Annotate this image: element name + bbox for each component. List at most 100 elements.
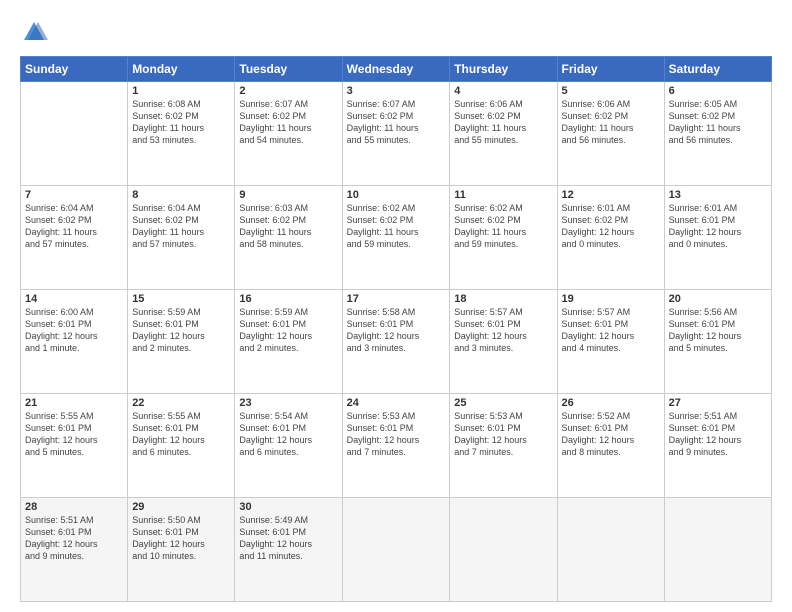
day-number: 22 bbox=[132, 397, 230, 409]
calendar-cell: 8Sunrise: 6:04 AM Sunset: 6:02 PM Daylig… bbox=[128, 186, 235, 290]
day-number: 10 bbox=[347, 189, 446, 201]
day-info: Sunrise: 5:55 AM Sunset: 6:01 PM Dayligh… bbox=[25, 410, 123, 459]
page: SundayMondayTuesdayWednesdayThursdayFrid… bbox=[0, 0, 792, 612]
day-number: 30 bbox=[239, 501, 337, 513]
calendar-cell: 1Sunrise: 6:08 AM Sunset: 6:02 PM Daylig… bbox=[128, 82, 235, 186]
day-info: Sunrise: 5:58 AM Sunset: 6:01 PM Dayligh… bbox=[347, 306, 446, 355]
calendar-cell: 7Sunrise: 6:04 AM Sunset: 6:02 PM Daylig… bbox=[21, 186, 128, 290]
calendar-cell: 19Sunrise: 5:57 AM Sunset: 6:01 PM Dayli… bbox=[557, 290, 664, 394]
calendar-week: 21Sunrise: 5:55 AM Sunset: 6:01 PM Dayli… bbox=[21, 394, 772, 498]
day-number: 27 bbox=[669, 397, 767, 409]
calendar-cell bbox=[450, 498, 557, 602]
day-info: Sunrise: 6:07 AM Sunset: 6:02 PM Dayligh… bbox=[239, 98, 337, 147]
day-number: 2 bbox=[239, 85, 337, 97]
calendar-cell: 6Sunrise: 6:05 AM Sunset: 6:02 PM Daylig… bbox=[664, 82, 771, 186]
calendar-cell: 2Sunrise: 6:07 AM Sunset: 6:02 PM Daylig… bbox=[235, 82, 342, 186]
day-info: Sunrise: 6:05 AM Sunset: 6:02 PM Dayligh… bbox=[669, 98, 767, 147]
calendar-cell: 25Sunrise: 5:53 AM Sunset: 6:01 PM Dayli… bbox=[450, 394, 557, 498]
weekday-header: Monday bbox=[128, 57, 235, 82]
day-info: Sunrise: 6:01 AM Sunset: 6:01 PM Dayligh… bbox=[669, 202, 767, 251]
day-number: 4 bbox=[454, 85, 552, 97]
calendar-week: 1Sunrise: 6:08 AM Sunset: 6:02 PM Daylig… bbox=[21, 82, 772, 186]
weekday-header: Wednesday bbox=[342, 57, 450, 82]
weekday-row: SundayMondayTuesdayWednesdayThursdayFrid… bbox=[21, 57, 772, 82]
day-number: 8 bbox=[132, 189, 230, 201]
calendar-cell: 23Sunrise: 5:54 AM Sunset: 6:01 PM Dayli… bbox=[235, 394, 342, 498]
calendar-cell: 30Sunrise: 5:49 AM Sunset: 6:01 PM Dayli… bbox=[235, 498, 342, 602]
calendar-week: 7Sunrise: 6:04 AM Sunset: 6:02 PM Daylig… bbox=[21, 186, 772, 290]
logo bbox=[20, 18, 52, 46]
calendar-cell: 27Sunrise: 5:51 AM Sunset: 6:01 PM Dayli… bbox=[664, 394, 771, 498]
day-info: Sunrise: 5:56 AM Sunset: 6:01 PM Dayligh… bbox=[669, 306, 767, 355]
day-info: Sunrise: 5:55 AM Sunset: 6:01 PM Dayligh… bbox=[132, 410, 230, 459]
day-number: 26 bbox=[562, 397, 660, 409]
weekday-header: Friday bbox=[557, 57, 664, 82]
calendar-cell bbox=[21, 82, 128, 186]
weekday-header: Tuesday bbox=[235, 57, 342, 82]
calendar-cell: 11Sunrise: 6:02 AM Sunset: 6:02 PM Dayli… bbox=[450, 186, 557, 290]
day-info: Sunrise: 5:53 AM Sunset: 6:01 PM Dayligh… bbox=[347, 410, 446, 459]
day-info: Sunrise: 6:07 AM Sunset: 6:02 PM Dayligh… bbox=[347, 98, 446, 147]
calendar-cell: 15Sunrise: 5:59 AM Sunset: 6:01 PM Dayli… bbox=[128, 290, 235, 394]
calendar-cell: 22Sunrise: 5:55 AM Sunset: 6:01 PM Dayli… bbox=[128, 394, 235, 498]
calendar-cell: 29Sunrise: 5:50 AM Sunset: 6:01 PM Dayli… bbox=[128, 498, 235, 602]
day-number: 25 bbox=[454, 397, 552, 409]
calendar-cell: 9Sunrise: 6:03 AM Sunset: 6:02 PM Daylig… bbox=[235, 186, 342, 290]
calendar-cell: 3Sunrise: 6:07 AM Sunset: 6:02 PM Daylig… bbox=[342, 82, 450, 186]
calendar-cell: 21Sunrise: 5:55 AM Sunset: 6:01 PM Dayli… bbox=[21, 394, 128, 498]
day-number: 21 bbox=[25, 397, 123, 409]
day-number: 28 bbox=[25, 501, 123, 513]
day-info: Sunrise: 5:52 AM Sunset: 6:01 PM Dayligh… bbox=[562, 410, 660, 459]
calendar-header: SundayMondayTuesdayWednesdayThursdayFrid… bbox=[21, 57, 772, 82]
calendar-week: 28Sunrise: 5:51 AM Sunset: 6:01 PM Dayli… bbox=[21, 498, 772, 602]
day-number: 29 bbox=[132, 501, 230, 513]
calendar: SundayMondayTuesdayWednesdayThursdayFrid… bbox=[20, 56, 772, 602]
day-number: 16 bbox=[239, 293, 337, 305]
day-number: 24 bbox=[347, 397, 446, 409]
day-number: 1 bbox=[132, 85, 230, 97]
day-info: Sunrise: 5:54 AM Sunset: 6:01 PM Dayligh… bbox=[239, 410, 337, 459]
day-info: Sunrise: 5:59 AM Sunset: 6:01 PM Dayligh… bbox=[239, 306, 337, 355]
header bbox=[20, 18, 772, 46]
day-info: Sunrise: 6:06 AM Sunset: 6:02 PM Dayligh… bbox=[454, 98, 552, 147]
day-number: 15 bbox=[132, 293, 230, 305]
calendar-cell: 20Sunrise: 5:56 AM Sunset: 6:01 PM Dayli… bbox=[664, 290, 771, 394]
calendar-cell: 26Sunrise: 5:52 AM Sunset: 6:01 PM Dayli… bbox=[557, 394, 664, 498]
calendar-cell: 16Sunrise: 5:59 AM Sunset: 6:01 PM Dayli… bbox=[235, 290, 342, 394]
calendar-cell bbox=[557, 498, 664, 602]
day-number: 23 bbox=[239, 397, 337, 409]
day-number: 20 bbox=[669, 293, 767, 305]
day-number: 5 bbox=[562, 85, 660, 97]
day-number: 14 bbox=[25, 293, 123, 305]
calendar-body: 1Sunrise: 6:08 AM Sunset: 6:02 PM Daylig… bbox=[21, 82, 772, 602]
logo-icon bbox=[20, 18, 48, 46]
day-info: Sunrise: 5:51 AM Sunset: 6:01 PM Dayligh… bbox=[25, 514, 123, 563]
day-info: Sunrise: 6:02 AM Sunset: 6:02 PM Dayligh… bbox=[347, 202, 446, 251]
day-number: 7 bbox=[25, 189, 123, 201]
calendar-cell: 13Sunrise: 6:01 AM Sunset: 6:01 PM Dayli… bbox=[664, 186, 771, 290]
weekday-header: Thursday bbox=[450, 57, 557, 82]
calendar-cell bbox=[342, 498, 450, 602]
calendar-cell: 28Sunrise: 5:51 AM Sunset: 6:01 PM Dayli… bbox=[21, 498, 128, 602]
day-info: Sunrise: 6:02 AM Sunset: 6:02 PM Dayligh… bbox=[454, 202, 552, 251]
day-info: Sunrise: 5:50 AM Sunset: 6:01 PM Dayligh… bbox=[132, 514, 230, 563]
day-info: Sunrise: 5:53 AM Sunset: 6:01 PM Dayligh… bbox=[454, 410, 552, 459]
weekday-header: Sunday bbox=[21, 57, 128, 82]
day-info: Sunrise: 6:01 AM Sunset: 6:02 PM Dayligh… bbox=[562, 202, 660, 251]
day-info: Sunrise: 6:08 AM Sunset: 6:02 PM Dayligh… bbox=[132, 98, 230, 147]
calendar-cell: 18Sunrise: 5:57 AM Sunset: 6:01 PM Dayli… bbox=[450, 290, 557, 394]
day-number: 12 bbox=[562, 189, 660, 201]
calendar-week: 14Sunrise: 6:00 AM Sunset: 6:01 PM Dayli… bbox=[21, 290, 772, 394]
day-number: 3 bbox=[347, 85, 446, 97]
calendar-cell: 14Sunrise: 6:00 AM Sunset: 6:01 PM Dayli… bbox=[21, 290, 128, 394]
day-info: Sunrise: 5:57 AM Sunset: 6:01 PM Dayligh… bbox=[454, 306, 552, 355]
calendar-cell: 24Sunrise: 5:53 AM Sunset: 6:01 PM Dayli… bbox=[342, 394, 450, 498]
day-info: Sunrise: 6:00 AM Sunset: 6:01 PM Dayligh… bbox=[25, 306, 123, 355]
calendar-cell bbox=[664, 498, 771, 602]
calendar-cell: 12Sunrise: 6:01 AM Sunset: 6:02 PM Dayli… bbox=[557, 186, 664, 290]
day-info: Sunrise: 5:59 AM Sunset: 6:01 PM Dayligh… bbox=[132, 306, 230, 355]
calendar-cell: 17Sunrise: 5:58 AM Sunset: 6:01 PM Dayli… bbox=[342, 290, 450, 394]
calendar-cell: 5Sunrise: 6:06 AM Sunset: 6:02 PM Daylig… bbox=[557, 82, 664, 186]
weekday-header: Saturday bbox=[664, 57, 771, 82]
day-info: Sunrise: 5:51 AM Sunset: 6:01 PM Dayligh… bbox=[669, 410, 767, 459]
